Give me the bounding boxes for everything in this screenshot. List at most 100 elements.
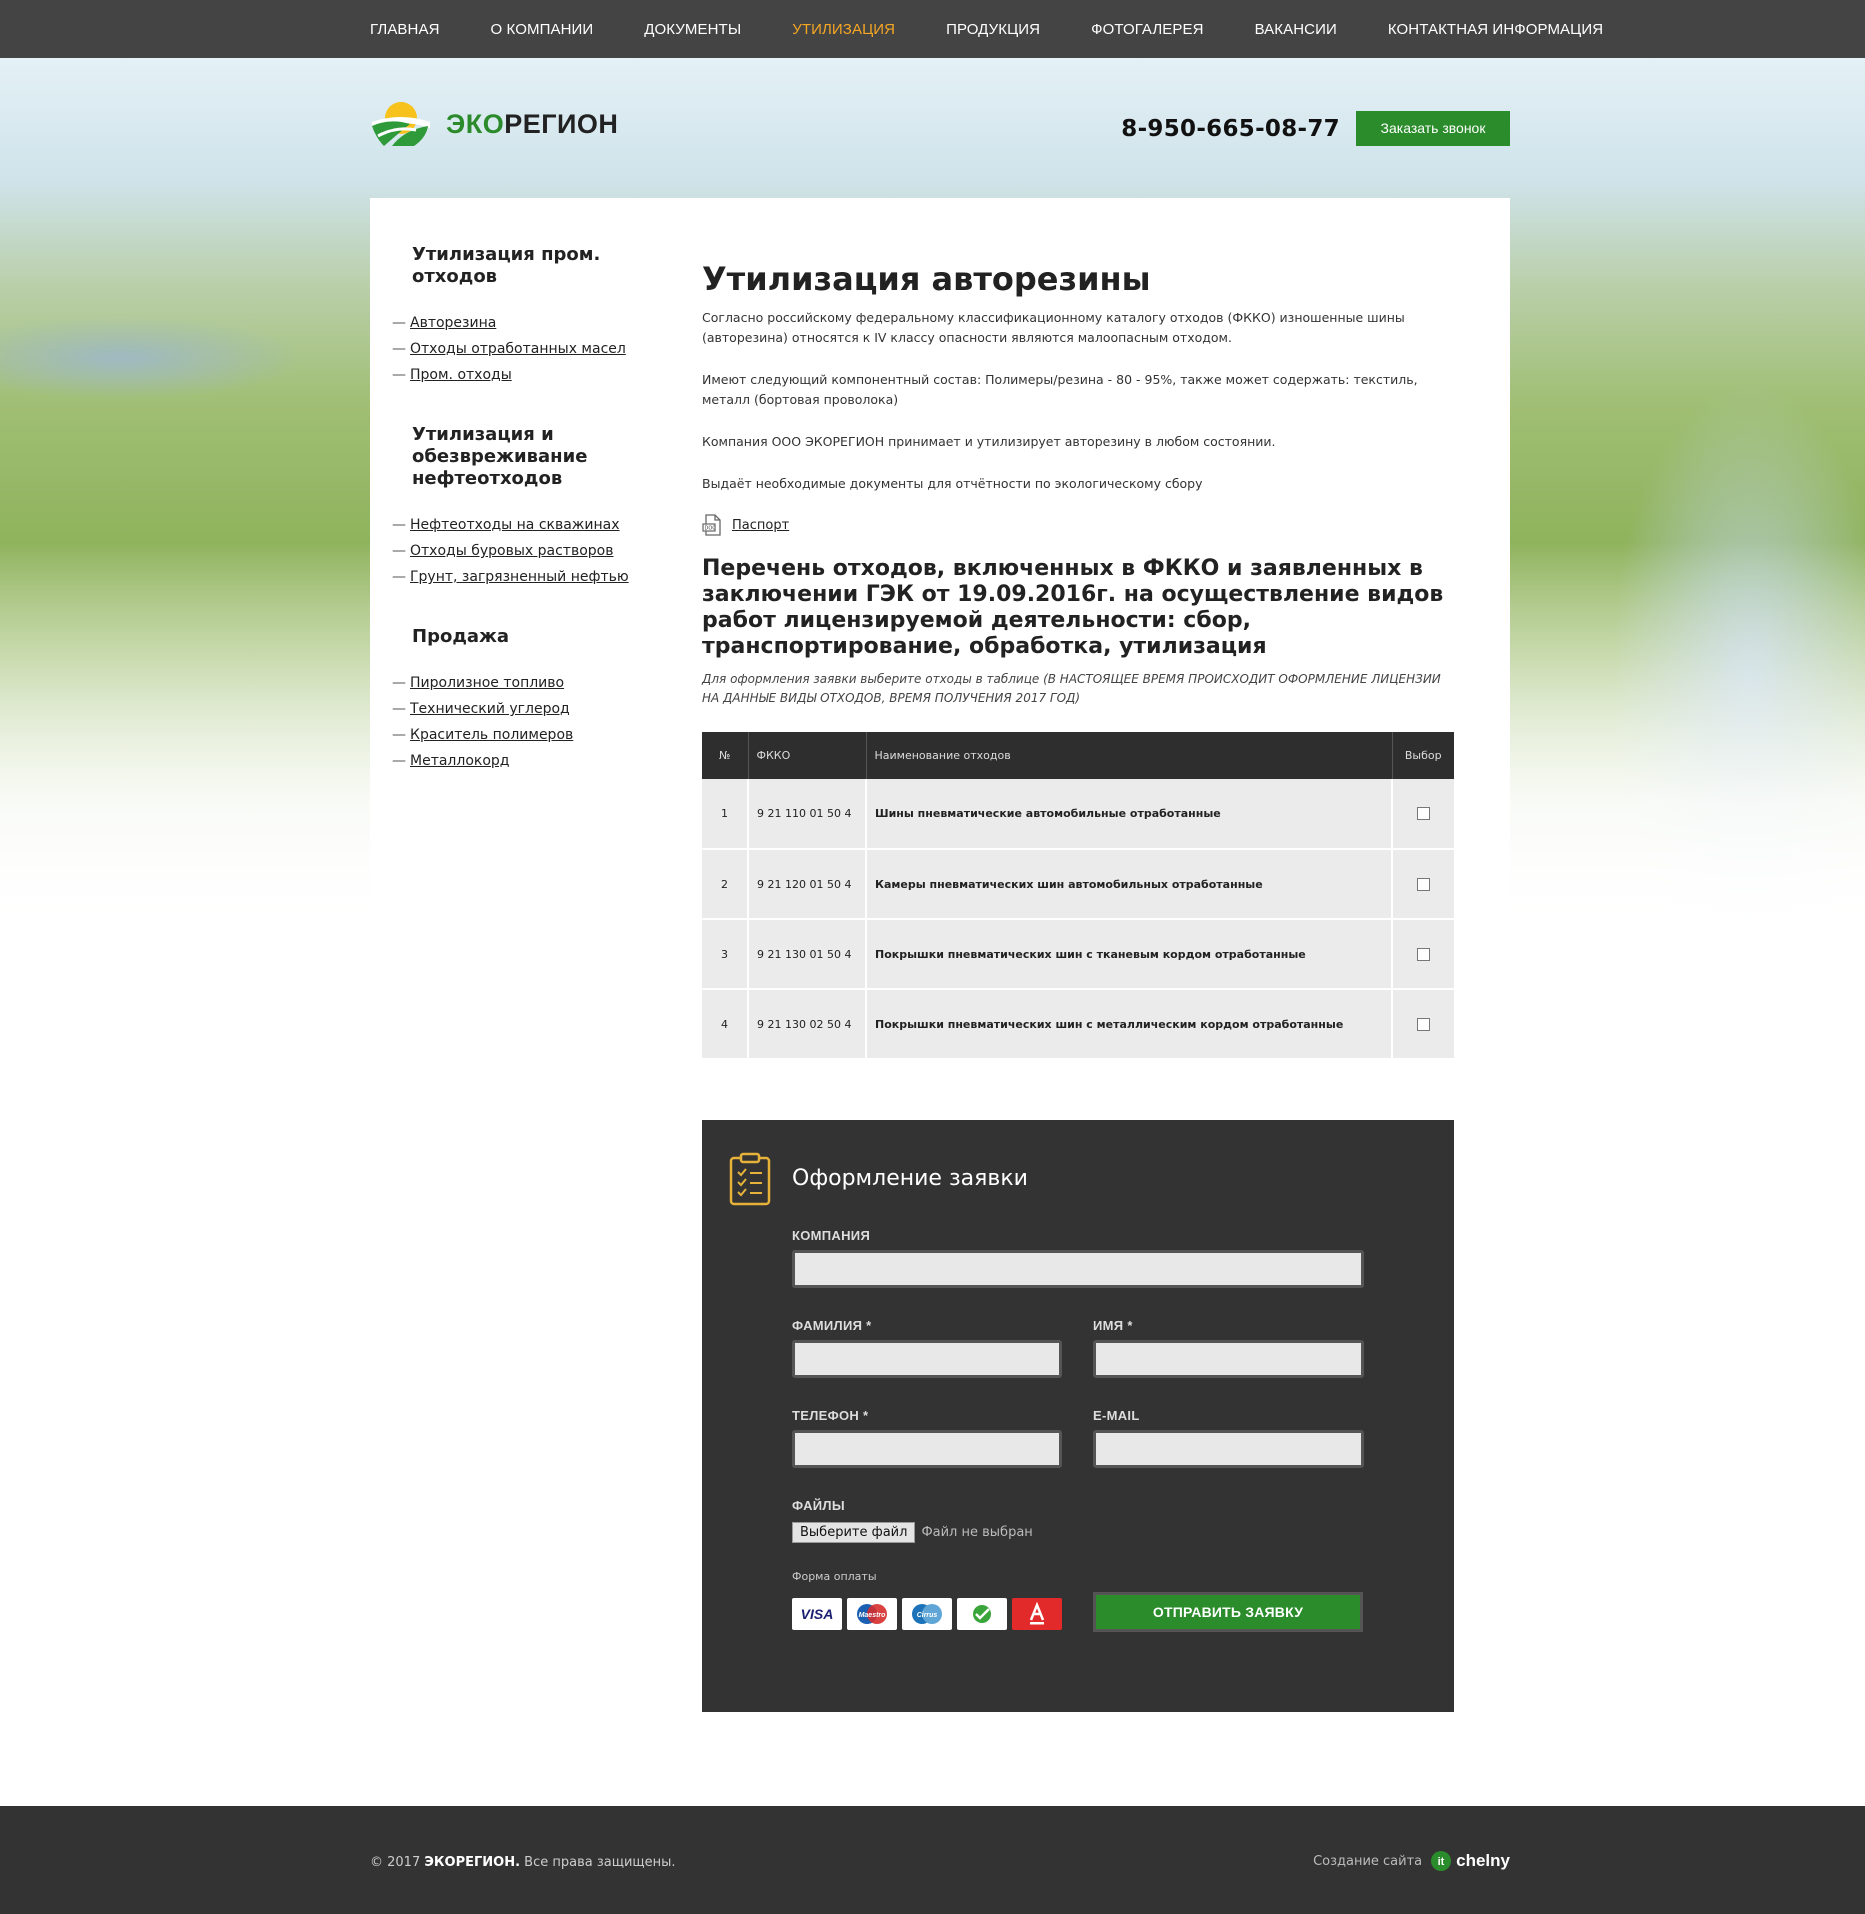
nav-item-3[interactable]: ДОКУМЕНТЫ: [644, 21, 741, 38]
nav-item-7[interactable]: ВАКАНСИИ: [1255, 21, 1337, 38]
phone-input[interactable]: [792, 1430, 1062, 1468]
col-select: Выбор: [1392, 732, 1454, 779]
composition-paragraph: Имеют следующий компонентный состав: Пол…: [702, 372, 1418, 407]
row-number: 3: [702, 919, 749, 990]
maestro-icon: Maestro: [847, 1598, 897, 1630]
sidebar-item: — Технический углерод: [392, 696, 652, 722]
dash-bullet: —: [392, 753, 406, 769]
dash-bullet: —: [392, 341, 406, 357]
cirrus-text: Cirrus: [917, 1612, 938, 1619]
row-waste-name: Камеры пневматических шин автомобильных …: [866, 849, 1393, 920]
row-waste-name: Покрышки пневматических шин с металличес…: [866, 989, 1393, 1060]
sidebar-item: — Нефтеотходы на скважинах: [392, 512, 652, 538]
email-input[interactable]: [1093, 1430, 1364, 1468]
surname-input[interactable]: [792, 1340, 1062, 1378]
dash-bullet: —: [392, 543, 406, 559]
phone-label: ТЕЛЕФОН *: [792, 1408, 869, 1423]
company-input[interactable]: [792, 1250, 1364, 1288]
sidebar-link[interactable]: Пром. отходы: [410, 367, 512, 383]
footer: © 2017 ЭКОРЕГИОН. Все права защищены. Со…: [0, 1806, 1865, 1914]
row-select-cell: [1392, 919, 1454, 990]
logo-icon: [372, 102, 430, 146]
sidebar-item: — Отходы отработанных масел: [392, 336, 652, 362]
documents-paragraph: Выдаёт необходимые документы для отчётно…: [702, 476, 1203, 491]
header-phone: 8-950-665-08-77: [1121, 116, 1340, 142]
nav-item-6[interactable]: ФОТОГАЛЕРЕЯ: [1091, 21, 1203, 38]
passport-link[interactable]: Паспорт: [732, 518, 789, 533]
sidebar-link[interactable]: Нефтеотходы на скважинах: [410, 517, 620, 533]
site-credit[interactable]: Создание сайта it chelny: [1313, 1850, 1510, 1872]
sidebar-link[interactable]: Грунт, загрязненный нефтью: [410, 569, 629, 585]
visa-icon: VISA: [792, 1598, 842, 1630]
sidebar-item: — Металлокорд: [392, 748, 652, 774]
passport-row: DOC Паспорт: [702, 514, 789, 536]
top-navigation: ГЛАВНАЯ О КОМПАНИИ ДОКУМЕНТЫ УТИЛИЗАЦИЯ ПРОД…: [0, 0, 1865, 58]
row-fkko-code: 9 21 130 02 50 4: [748, 989, 867, 1060]
logo-text: ЭКОРЕГИОН: [446, 108, 619, 139]
files-label: ФАЙЛЫ: [792, 1498, 845, 1513]
row-select-cell: [1392, 849, 1454, 920]
waste-table: № ФККО Наименование отходов Выбор 19 21 …: [702, 732, 1454, 1060]
row-waste-name: Шины пневматические автомобильные отрабо…: [866, 779, 1393, 850]
row-fkko-code: 9 21 130 01 50 4: [748, 919, 867, 990]
sidebar-link[interactable]: Отходы буровых растворов: [410, 543, 613, 559]
nav-item-4[interactable]: УТИЛИЗАЦИЯ: [792, 21, 895, 38]
submit-request-button[interactable]: ОТПРАВИТЬ ЗАЯВКУ: [1093, 1592, 1363, 1632]
sidebar-link[interactable]: Технический углерод: [410, 701, 570, 717]
row-select-checkbox[interactable]: [1417, 807, 1430, 821]
row-select-checkbox[interactable]: [1417, 877, 1430, 891]
payment-methods: VISA Maestro Cirrus: [792, 1598, 1067, 1630]
site-header: ЭКОРЕГИОН 8-950-665-08-77 Заказать звоно…: [370, 58, 1510, 198]
sidebar-item: — Авторезина: [392, 310, 652, 336]
content-card: Утилизация пром. отходов — Авторезина — Отхо…: [370, 198, 1510, 1718]
table-row: 49 21 130 02 50 4 Покрышки пневматических…: [702, 989, 1454, 1060]
row-fkko-code: 9 21 110 01 50 4: [748, 779, 867, 850]
table-header-row: № ФККО Наименование отходов Выбор: [702, 732, 1454, 779]
sidebar: Утилизация пром. отходов — Авторезина — Отхо…: [392, 244, 652, 810]
dash-bullet: —: [392, 727, 406, 743]
nav-item-8[interactable]: КОНТАКТНАЯ ИНФОРМАЦИЯ: [1388, 21, 1603, 38]
nav-item-5[interactable]: ПРОДУКЦИЯ: [946, 21, 1040, 38]
name-input[interactable]: [1093, 1340, 1364, 1378]
sidebar-item: — Грунт, загрязненный нефтью: [392, 564, 652, 590]
form-title: Оформление заявки: [792, 1166, 1028, 1191]
sidebar-link[interactable]: Отходы отработанных масел: [410, 341, 626, 357]
row-number: 1: [702, 779, 749, 850]
sidebar-list: — Нефтеотходы на скважинах — Отходы буровых…: [392, 512, 652, 590]
file-status: Файл не выбран: [921, 1525, 1033, 1540]
choose-file-button[interactable]: Выберите файл: [792, 1522, 916, 1543]
cirrus-icon: Cirrus: [902, 1598, 952, 1630]
dash-bullet: —: [392, 701, 406, 717]
dash-bullet: —: [392, 517, 406, 533]
intro-paragraph: Согласно российскому федеральному класси…: [702, 310, 1405, 345]
email-label: E-MAIL: [1093, 1408, 1140, 1423]
name-label: ИМЯ *: [1093, 1318, 1133, 1333]
row-select-checkbox[interactable]: [1417, 947, 1430, 961]
surname-label: ФАМИЛИЯ *: [792, 1318, 872, 1333]
logo[interactable]: ЭКОРЕГИОН: [370, 98, 618, 150]
svg-text:DOC: DOC: [705, 526, 717, 532]
nav-item-1[interactable]: ГЛАВНАЯ: [370, 21, 440, 38]
sidebar-link[interactable]: Пиролизное топливо: [410, 675, 564, 691]
row-number: 2: [702, 849, 749, 920]
dash-bullet: —: [392, 367, 406, 383]
col-fkko: ФККО: [748, 732, 867, 779]
col-number: №: [702, 732, 749, 779]
sidebar-link[interactable]: Краситель полимеров: [410, 727, 573, 743]
sidebar-list: — Пиролизное топливо — Технический углерод —…: [392, 670, 652, 774]
payment-label: Форма оплаты: [792, 1570, 877, 1583]
alfabank-icon: [1012, 1598, 1062, 1630]
row-select-checkbox[interactable]: [1417, 1017, 1430, 1031]
svg-text:it: it: [1438, 1856, 1445, 1868]
dash-bullet: —: [392, 675, 406, 691]
credit-brand: chelny: [1456, 1851, 1510, 1870]
selection-note: Для оформления заявки выберите отходы в …: [702, 672, 1441, 705]
sidebar-link[interactable]: Металлокорд: [410, 753, 509, 769]
nav-item-2[interactable]: О КОМПАНИИ: [491, 21, 594, 38]
sidebar-link[interactable]: Авторезина: [410, 315, 496, 331]
row-select-cell: [1392, 989, 1454, 1060]
waste-list-title: Перечень отходов, включенных в ФККО и за…: [702, 556, 1444, 659]
sidebar-item: — Отходы буровых растворов: [392, 538, 652, 564]
request-call-button[interactable]: Заказать звонок: [1356, 111, 1510, 146]
sidebar-list: — Авторезина — Отходы отработанных масел — Пр…: [392, 310, 652, 388]
